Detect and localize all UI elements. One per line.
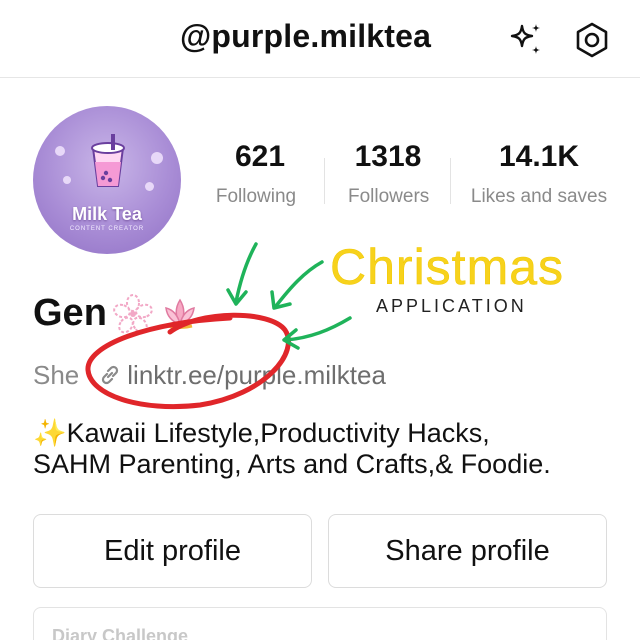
green-arrowhead-mark: [282, 328, 300, 350]
profile-bio: ✨Kawaii Lifestyle,Productivity Hacks, SA…: [33, 418, 623, 480]
pronoun-text: She: [33, 360, 80, 390]
milk-tea-cup-icon: [91, 134, 125, 187]
stat-value: 1318: [354, 140, 422, 173]
stat-value: 14.1K: [498, 140, 580, 173]
stat-followers[interactable]: 1318 Followers: [348, 140, 430, 208]
annotation-headline: Christmas: [330, 239, 565, 296]
decor-dot: [55, 146, 65, 156]
avatar-subtitle: CONTENT CREATOR: [69, 226, 145, 232]
settings-icon[interactable]: [572, 20, 612, 60]
bio-line: ✨Kawaii Lifestyle,Productivity Hacks,: [33, 418, 490, 448]
sparkle-icon[interactable]: [506, 20, 546, 60]
lotus-icon: [164, 298, 195, 329]
stat-likes-and-saves[interactable]: 14.1K Likes and saves: [470, 140, 608, 208]
green-arrowhead-mark: [270, 290, 292, 310]
link-icon: [97, 362, 123, 388]
card-title: Diary Challenge: [52, 626, 189, 640]
green-arrow-mark: [274, 260, 324, 308]
link-row: She linktr.ee/purple.milktea: [33, 360, 386, 391]
green-arrow-mark: [234, 242, 258, 304]
green-arrow-mark: [284, 316, 352, 342]
name-row: Gen: [33, 292, 200, 338]
profile-handle: @purple.milktea: [180, 18, 432, 54]
share-profile-button[interactable]: Share profile: [328, 514, 607, 588]
edit-profile-button[interactable]: Edit profile: [33, 514, 312, 588]
stat-following[interactable]: 621 Following: [216, 140, 298, 208]
divider: [450, 158, 451, 204]
divider: [324, 158, 325, 204]
profile-name: Gen: [33, 292, 107, 334]
avatar[interactable]: Milk Tea CONTENT CREATOR: [33, 106, 181, 254]
stat-label: Likes and saves: [470, 186, 608, 207]
decor-dot: [63, 176, 71, 184]
stat-value: 621: [234, 140, 286, 173]
profile-link[interactable]: linktr.ee/purple.milktea: [127, 360, 386, 390]
decor-dot: [151, 152, 163, 164]
top-bar: @purple.milktea: [0, 0, 640, 78]
annotation-subline: APPLICATION: [376, 296, 527, 316]
bio-line: SAHM Parenting, Arts and Crafts,& Foodie…: [33, 449, 551, 479]
decor-dot: [145, 182, 154, 191]
green-arrowhead-mark: [226, 288, 248, 306]
avatar-title: Milk Tea: [72, 204, 142, 224]
stat-label: Following: [215, 186, 297, 207]
cherry-blossom-icon: [113, 293, 154, 333]
content-card-peek[interactable]: Diary Challenge: [33, 607, 607, 640]
stat-label: Followers: [348, 186, 430, 207]
